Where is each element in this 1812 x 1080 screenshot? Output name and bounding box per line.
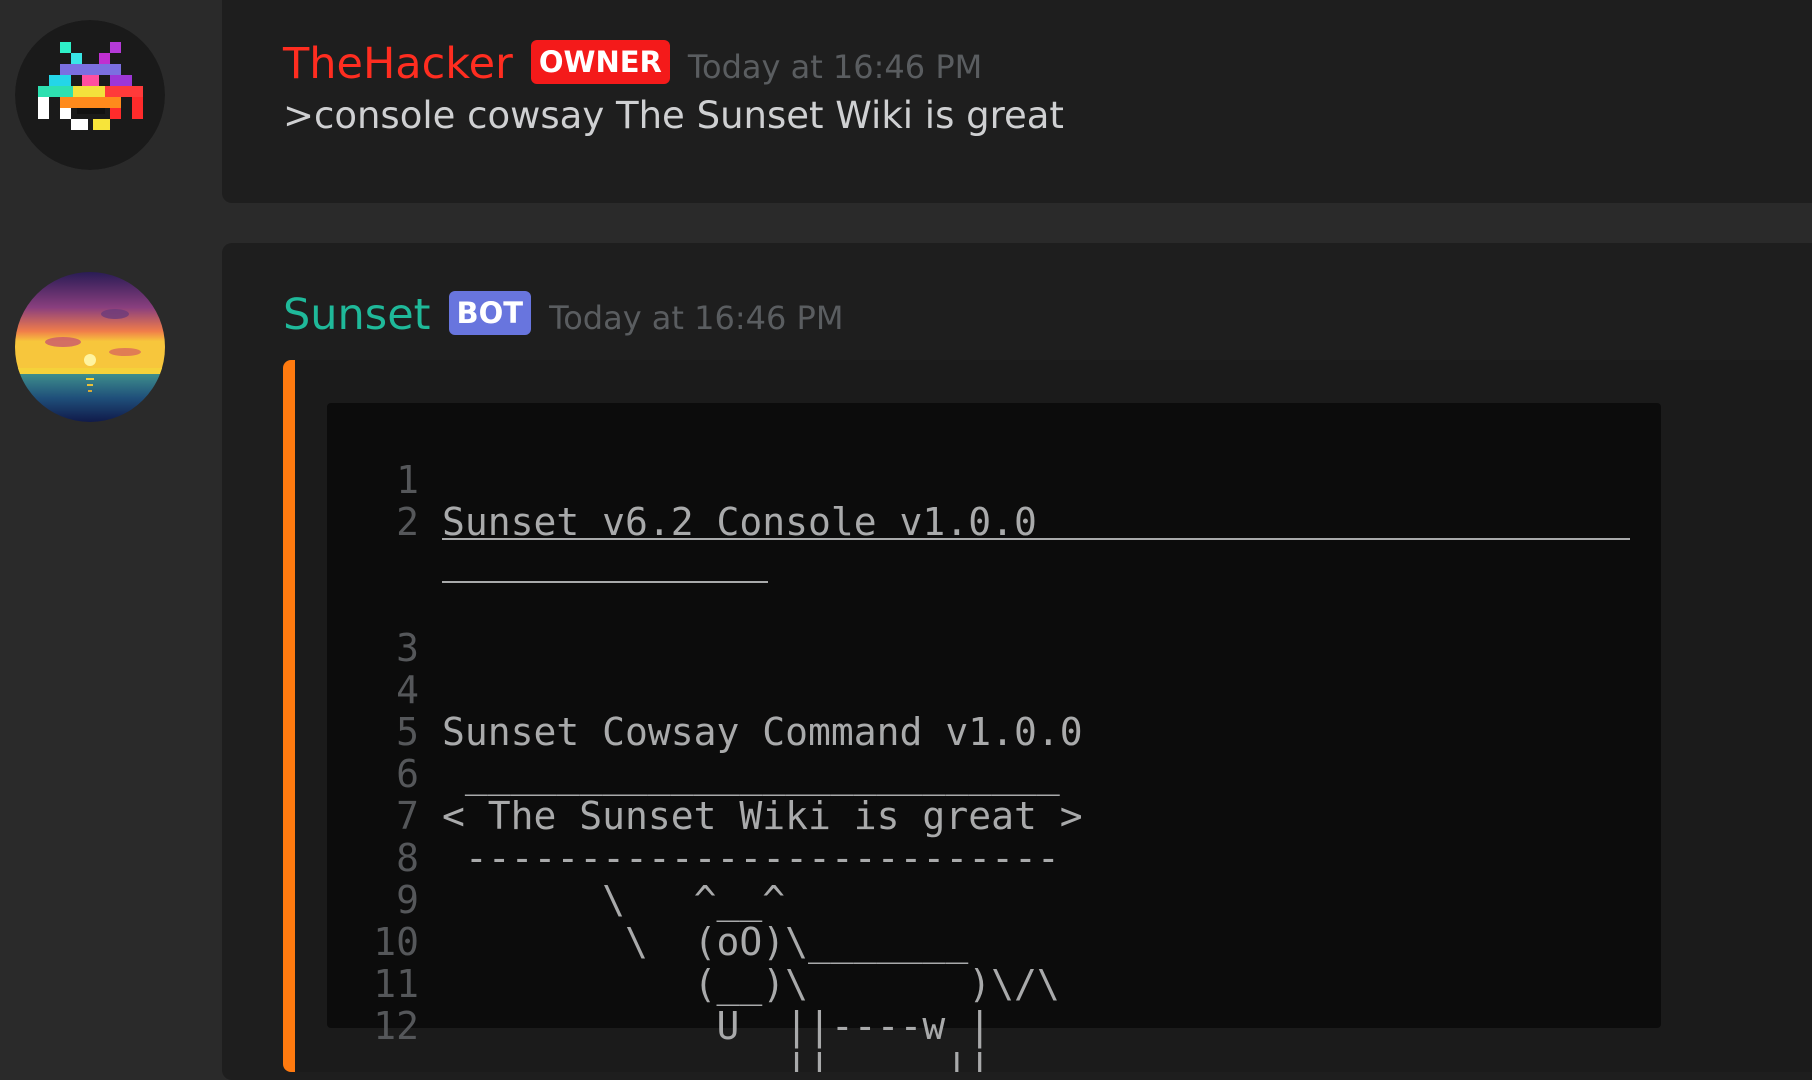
message-header: Sunset BOT Today at 16:46 PM <box>283 285 843 345</box>
timestamp: Today at 16:46 PM <box>549 299 844 337</box>
sunset-avatar-icon[interactable] <box>15 272 165 422</box>
embed: 1 Sunset v6.2 Console v1.0.0 2 3 4 Sunse… <box>283 360 1812 1072</box>
code-line: 3 <box>327 585 556 669</box>
chat-view: TheHacker OWNER Today at 16:46 PM >conso… <box>0 0 1812 1080</box>
username[interactable]: TheHacker <box>283 34 513 94</box>
message-sunset-bot: Sunset BOT Today at 16:46 PM 1 Sunset v6… <box>222 243 1812 1080</box>
space-invader-avatar-icon[interactable] <box>15 20 165 170</box>
code-line: 2 <box>327 459 556 543</box>
code-line: 10 (__)\ )\/\ <box>327 879 1059 1005</box>
line-number: 12 <box>373 1004 419 1048</box>
owner-badge: OWNER <box>530 40 670 84</box>
bot-badge: BOT <box>448 291 532 335</box>
code-line: 12 || || <box>327 963 991 1072</box>
code-line: 9 \ (oO)\_______ <box>327 837 968 963</box>
message-text: >console cowsay The Sunset Wiki is great <box>283 94 1064 137</box>
code-line: 7 -------------------------- <box>327 753 1060 879</box>
divider-line <box>442 581 768 583</box>
code-text: || || <box>442 1046 992 1072</box>
code-line: 4 Sunset Cowsay Command v1.0.0 <box>327 627 1082 753</box>
embed-accent-stripe <box>283 360 295 1072</box>
code-line: 1 Sunset v6.2 Console v1.0.0 <box>327 417 1037 543</box>
code-line: 6 < The Sunset Wiki is great > <box>327 711 1082 837</box>
code-line: 8 \ ^__^ <box>327 795 785 921</box>
code-line: 11 U ||----w | <box>327 921 991 1047</box>
code-line: 5 __________________________ <box>327 669 1060 795</box>
timestamp: Today at 16:46 PM <box>687 48 983 86</box>
message-header: TheHacker OWNER Today at 16:46 PM <box>283 34 982 94</box>
message-thehacker: TheHacker OWNER Today at 16:46 PM >conso… <box>222 0 1812 203</box>
username[interactable]: Sunset <box>283 285 431 345</box>
code-block: 1 Sunset v6.2 Console v1.0.0 2 3 4 Sunse… <box>327 403 1661 1072</box>
line-number: 2 <box>396 500 419 544</box>
divider-line <box>442 538 1630 540</box>
